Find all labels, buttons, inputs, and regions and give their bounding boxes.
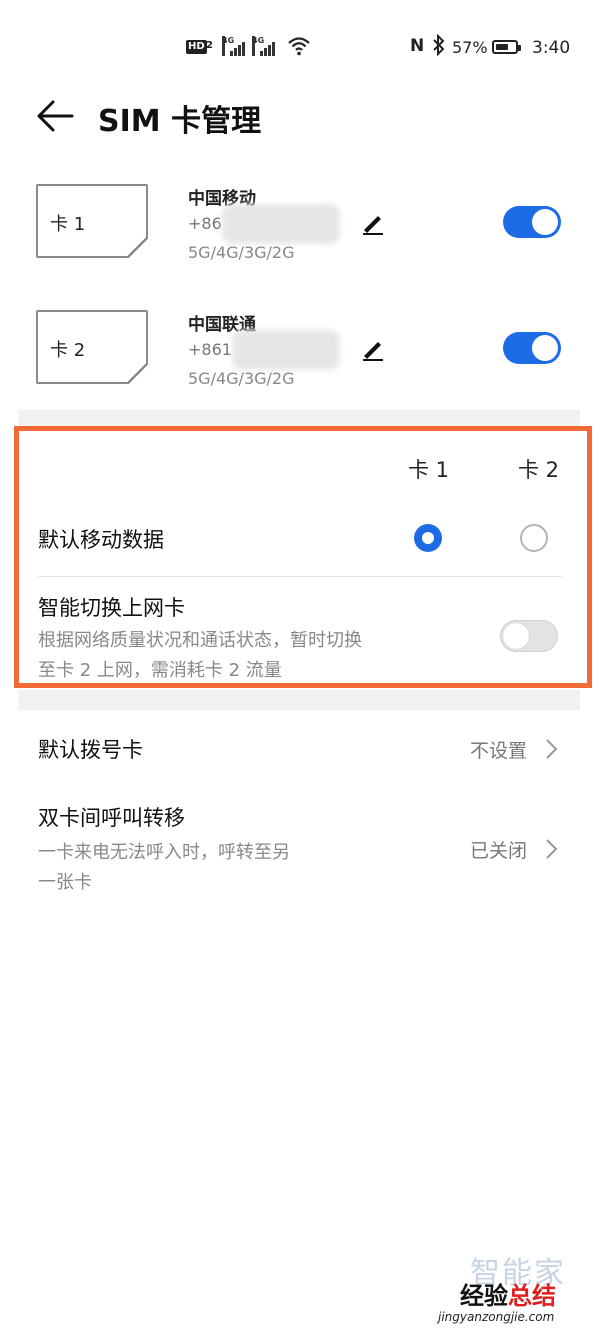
signal-1-icon: 4G	[222, 36, 245, 56]
bluetooth-icon	[433, 34, 445, 56]
status-bar: HD 2 4G 4G N 57% 3:40	[0, 28, 600, 68]
sim-1-phone: +86	[188, 214, 222, 233]
hd-voice-sub: 2	[206, 40, 213, 51]
sim-2-networks: 5G/4G/3G/2G	[188, 369, 295, 388]
phone-number-blur	[232, 330, 340, 370]
sim-2-phone: +861	[188, 340, 232, 359]
highlight-frame	[14, 426, 592, 688]
watermark-main: 经验总结	[460, 1282, 556, 1310]
chevron-right-icon	[546, 739, 558, 759]
sim-1-toggle[interactable]	[503, 206, 561, 238]
call-forwarding-row[interactable]: 双卡间呼叫转移 一卡来电无法呼入时，呼转至另 一张卡 已关闭	[0, 792, 600, 902]
back-arrow-icon[interactable]	[36, 96, 76, 136]
sim-card-2-icon: 卡 2	[36, 310, 148, 384]
phone-number-blur	[222, 204, 340, 244]
call-forwarding-label: 双卡间呼叫转移	[38, 806, 185, 830]
sim-card-1-icon: 卡 1	[36, 184, 148, 258]
call-forwarding-desc-2: 一张卡	[38, 872, 92, 893]
nfc-icon: N	[410, 36, 425, 56]
clock: 3:40	[532, 38, 571, 58]
watermark-url: jingyanzongjie.com	[438, 1310, 555, 1324]
default-dial-card-value: 不设置	[470, 740, 528, 762]
call-forwarding-value: 已关闭	[470, 840, 528, 862]
sim-1-networks: 5G/4G/3G/2G	[188, 243, 295, 262]
default-dial-card-label: 默认拨号卡	[38, 738, 143, 762]
battery-icon	[492, 40, 521, 54]
battery-percent: 57%	[452, 38, 488, 57]
signal-2-icon: 4G	[252, 36, 278, 56]
call-forwarding-desc-1: 一卡来电无法呼入时，呼转至另	[38, 842, 290, 863]
page-title: SIM 卡管理	[98, 104, 262, 139]
chevron-right-icon	[546, 839, 558, 859]
wifi-icon	[288, 37, 310, 56]
hd-voice-icon: HD	[186, 40, 207, 54]
edit-pencil-icon[interactable]	[360, 210, 386, 236]
sim-2-toggle[interactable]	[503, 332, 561, 364]
default-dial-card-row[interactable]: 默认拨号卡 不设置	[0, 716, 600, 782]
edit-pencil-icon[interactable]	[360, 336, 386, 362]
